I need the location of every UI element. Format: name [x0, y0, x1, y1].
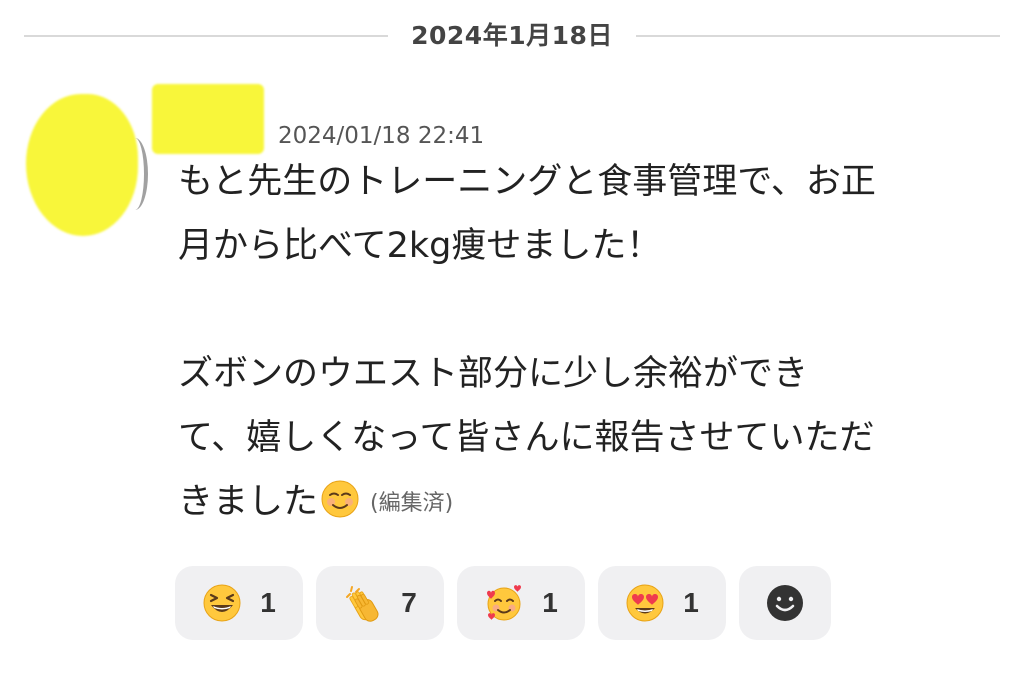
message-line-text: きました: [178, 482, 319, 522]
avatar-redaction: [26, 94, 138, 236]
reaction-smiling-hearts[interactable]: 1: [457, 566, 585, 640]
username-redaction[interactable]: [152, 84, 264, 154]
edited-label: (編集済): [370, 491, 454, 516]
heart-eyes-face-icon: [626, 584, 664, 622]
avatar-edge: [122, 138, 148, 210]
date-divider: 2024年1月18日: [24, 18, 1000, 54]
reaction-count: 1: [260, 587, 276, 618]
avatar[interactable]: [26, 94, 152, 236]
message-timestamp: 2024/01/18 22:41: [278, 123, 485, 149]
message-line: もと先生のトレーニングと食事管理で、お正: [178, 162, 876, 202]
message-line: ズボンのウエスト部分に少し余裕ができ: [178, 354, 809, 394]
reaction-count: 1: [542, 587, 558, 618]
reaction-heart-eyes[interactable]: 1: [598, 566, 726, 640]
message-body: もと先生のトレーニングと食事管理で、お正 月から比べて2kg痩せました！ ズボン…: [178, 150, 1008, 534]
message-line: て、嬉しくなって皆さんに報告させていただ: [178, 418, 875, 458]
add-reaction-smiley-icon: [767, 585, 803, 621]
date-label: 2024年1月18日: [411, 21, 613, 50]
divider-line-left: [24, 35, 388, 37]
reaction-count: 7: [401, 587, 417, 618]
add-reaction-button[interactable]: [739, 566, 831, 640]
grinning-squinting-face-icon: [203, 584, 241, 622]
smiling-face-icon: [321, 480, 359, 518]
smiling-face-with-hearts-icon: [487, 585, 522, 621]
message-line: 月から比べて2kg痩せました！: [178, 226, 662, 266]
reaction-clapping-hands[interactable]: 7: [316, 566, 444, 640]
reaction-count: 1: [683, 587, 699, 618]
reaction-grinning-squinting[interactable]: 1: [175, 566, 303, 640]
message-line-last: きました (編集済): [178, 470, 1008, 534]
reaction-bar: 1 7 1 1: [175, 566, 831, 640]
clapping-hands-icon: [346, 586, 379, 622]
divider-line-right: [636, 35, 1000, 37]
